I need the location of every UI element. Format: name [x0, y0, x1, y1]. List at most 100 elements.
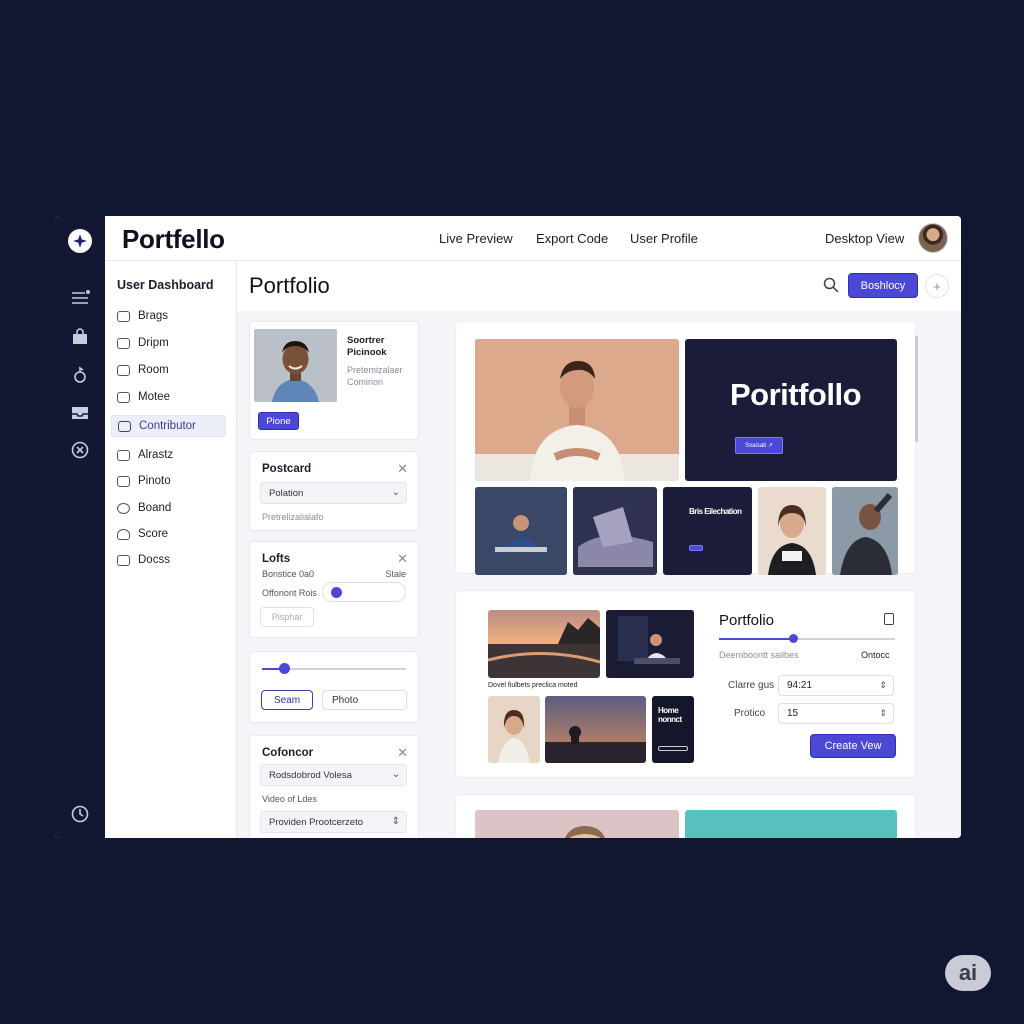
user-icon[interactable]	[70, 365, 90, 385]
cofoncor-select[interactable]: Rodsdobrod Volesa ⌄	[260, 764, 407, 786]
photo-input[interactable]: Photo	[322, 690, 407, 710]
app-window: Portfello Live Preview Export Code User …	[55, 216, 961, 838]
close-circle-icon[interactable]	[70, 440, 90, 460]
close-icon[interactable]: ✕	[397, 745, 408, 761]
cofoncor-title: Cofoncor	[262, 747, 314, 759]
portrait-photo[interactable]	[488, 696, 540, 763]
select-value: Polation	[269, 487, 304, 499]
primary-button[interactable]: Boshlocy	[848, 273, 918, 298]
lofts-title: Lofts	[262, 553, 291, 565]
mail-icon	[117, 391, 130, 403]
slider-track[interactable]	[262, 663, 406, 674]
field1-label: Clarre gus	[728, 680, 775, 691]
content-header: Portfolio Boshlocy +	[237, 261, 961, 311]
portfolio-hero-card[interactable]: Poritfollo Sxaisati ↗	[685, 339, 897, 481]
chevron-down-icon: ⌄	[391, 487, 400, 498]
cofoncor-label: Video of Ldes	[262, 794, 317, 804]
image-icon	[117, 475, 130, 487]
plus-icon[interactable]: +	[925, 274, 949, 298]
main-content: Portfolio Boshlocy + Soortrer Picinook P…	[237, 261, 961, 838]
inbox-icon[interactable]	[70, 403, 90, 423]
toggle-knob	[331, 587, 342, 598]
sidebar-item-brags[interactable]: Brags	[111, 305, 226, 327]
toggle-label: Offonont Rois	[262, 588, 317, 598]
sidebar-item-contributor[interactable]: Contributor	[111, 415, 226, 437]
thumb-photo-3[interactable]	[758, 487, 826, 575]
chevron-down-icon: ⌄	[391, 769, 400, 780]
close-icon[interactable]: ✕	[397, 551, 408, 567]
card-icon	[117, 310, 130, 322]
photo-caption: Dovel fiulbets preclica moted	[488, 682, 578, 689]
preview-panel-3	[455, 794, 916, 838]
slider-fill	[719, 638, 793, 640]
home-card-title: Home nonnct	[658, 706, 682, 724]
sidebar-item-score[interactable]: Score	[111, 523, 226, 545]
profile-button[interactable]: Pione	[258, 412, 299, 430]
brand-title: Portfello	[122, 224, 225, 254]
circle-icon	[117, 502, 130, 514]
avatar[interactable]	[918, 223, 948, 253]
scrollbar[interactable]	[915, 336, 918, 442]
preview-panel-1: Poritfollo Sxaisati ↗ Bris Eilechation	[455, 321, 918, 575]
nav-live-preview[interactable]: Live Preview	[439, 231, 513, 246]
field2-stepper[interactable]: 15 ⇕	[778, 703, 894, 724]
hero-photo[interactable]	[475, 339, 679, 481]
nav-export-code[interactable]: Export Code	[536, 231, 608, 246]
thumb-photo-1[interactable]	[475, 487, 567, 575]
side-nav-heading: User Dashboard	[117, 278, 214, 292]
sidebar-item-alrastz[interactable]: Alrastz	[111, 444, 226, 466]
postcard-title: Postcard	[262, 463, 312, 475]
preview-panel-2: Dovel fiulbets preclica moted Home nonnc…	[455, 590, 916, 778]
nav-user-profile[interactable]: User Profile	[630, 231, 698, 246]
panel-title: Portfolio	[719, 612, 775, 629]
thumb-button[interactable]	[689, 545, 703, 551]
sidebar-item-docss[interactable]: Docss	[111, 549, 226, 571]
sidebar-item-label: Score	[138, 528, 169, 540]
sidebar-item-boand[interactable]: Boand	[111, 497, 226, 519]
lofts-toggle[interactable]	[322, 582, 406, 602]
field1-value: 94:21	[787, 680, 813, 691]
top-bar: Portfello Live Preview Export Code User …	[105, 216, 961, 261]
hero-button[interactable]: Sxaisati ↗	[735, 437, 783, 454]
slider-card: Seam Photo	[249, 651, 419, 723]
close-icon[interactable]: ✕	[397, 461, 408, 477]
app-logo-icon[interactable]	[68, 229, 92, 253]
slider-thumb[interactable]	[278, 663, 290, 674]
sidebar-item-label: Motee	[138, 391, 170, 403]
thumb-photo-2[interactable]	[573, 487, 657, 575]
select-value: Providen Prootcerzeto	[269, 816, 363, 828]
sidebar-item-motee[interactable]: Motee	[111, 386, 226, 408]
seam-button[interactable]: Seam	[261, 690, 313, 710]
panel-slider[interactable]	[719, 634, 895, 643]
search-icon[interactable]	[823, 277, 839, 293]
sunset-photo[interactable]	[488, 610, 600, 678]
ai-badge: ai	[945, 955, 991, 991]
home-card[interactable]: Home nonnct	[652, 696, 694, 763]
lofts-ghost-button[interactable]: Pisphar	[260, 607, 314, 627]
clock-icon[interactable]	[70, 804, 90, 824]
menu-icon[interactable]	[70, 288, 90, 308]
create-view-button[interactable]: Create Vew	[810, 734, 896, 758]
bag-icon[interactable]	[70, 327, 90, 347]
sidebar-item-label: Dripm	[138, 337, 169, 349]
field1-stepper[interactable]: 94:21 ⇕	[778, 675, 894, 696]
studio-photo[interactable]	[606, 610, 694, 678]
home-card-input[interactable]	[658, 746, 688, 751]
bookmark-icon[interactable]	[884, 613, 894, 625]
postcard-select[interactable]: Polation ⌄	[260, 482, 407, 504]
thumb-text-card[interactable]: Bris Eilechation	[663, 487, 752, 575]
cofoncor-select-2[interactable]: Providen Prootcerzeto ⇕	[260, 811, 407, 833]
bottom-photo-1[interactable]	[475, 810, 679, 838]
grid-icon	[117, 364, 130, 376]
sidebar-item-dripm[interactable]: Dripm	[111, 332, 226, 354]
desktop-view-toggle[interactable]: Desktop View	[825, 231, 904, 246]
thumb-photo-4[interactable]	[832, 487, 898, 575]
slider-thumb[interactable]	[788, 634, 798, 643]
sidebar-item-label: Brags	[138, 310, 169, 322]
chevron-updown-icon: ⇕	[391, 816, 400, 827]
page-title: Portfolio	[249, 273, 330, 298]
bottom-photo-2[interactable]	[685, 810, 897, 838]
sidebar-item-pinoto[interactable]: Pinoto	[111, 470, 226, 492]
dusk-photo[interactable]	[545, 696, 646, 763]
sidebar-item-room[interactable]: Room	[111, 359, 226, 381]
